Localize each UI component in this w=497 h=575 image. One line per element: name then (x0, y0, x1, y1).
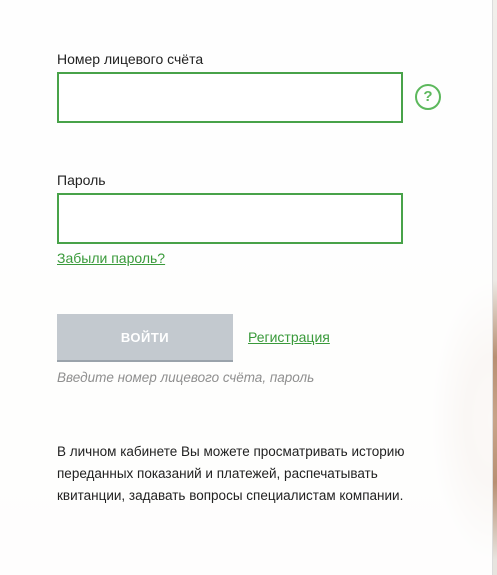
account-number-label: Номер лицевого счёта (57, 51, 204, 67)
password-input[interactable] (59, 195, 401, 242)
account-number-input[interactable] (59, 74, 401, 121)
question-circle-icon[interactable]: ? (415, 84, 441, 110)
info-line: квитанции, задавать вопросы специалистам… (57, 488, 404, 503)
login-hint: Введите номер лицевого счёта, пароль (57, 370, 315, 385)
account-number-field-wrapper (57, 72, 403, 123)
info-line: В личном кабинете Вы можете просматриват… (57, 444, 405, 459)
register-link[interactable]: Регистрация (248, 329, 330, 345)
password-label: Пароль (57, 172, 106, 188)
info-text: В личном кабинете Вы можете просматриват… (57, 441, 457, 507)
forgot-password-link[interactable]: Забыли пароль? (57, 250, 165, 266)
login-panel: Номер лицевого счёта ? Пароль Забыли пар… (0, 0, 493, 575)
password-field-wrapper (57, 193, 403, 244)
info-line: переданных показаний и платежей, распеча… (57, 466, 378, 481)
login-button[interactable]: ВОЙТИ (57, 314, 233, 362)
